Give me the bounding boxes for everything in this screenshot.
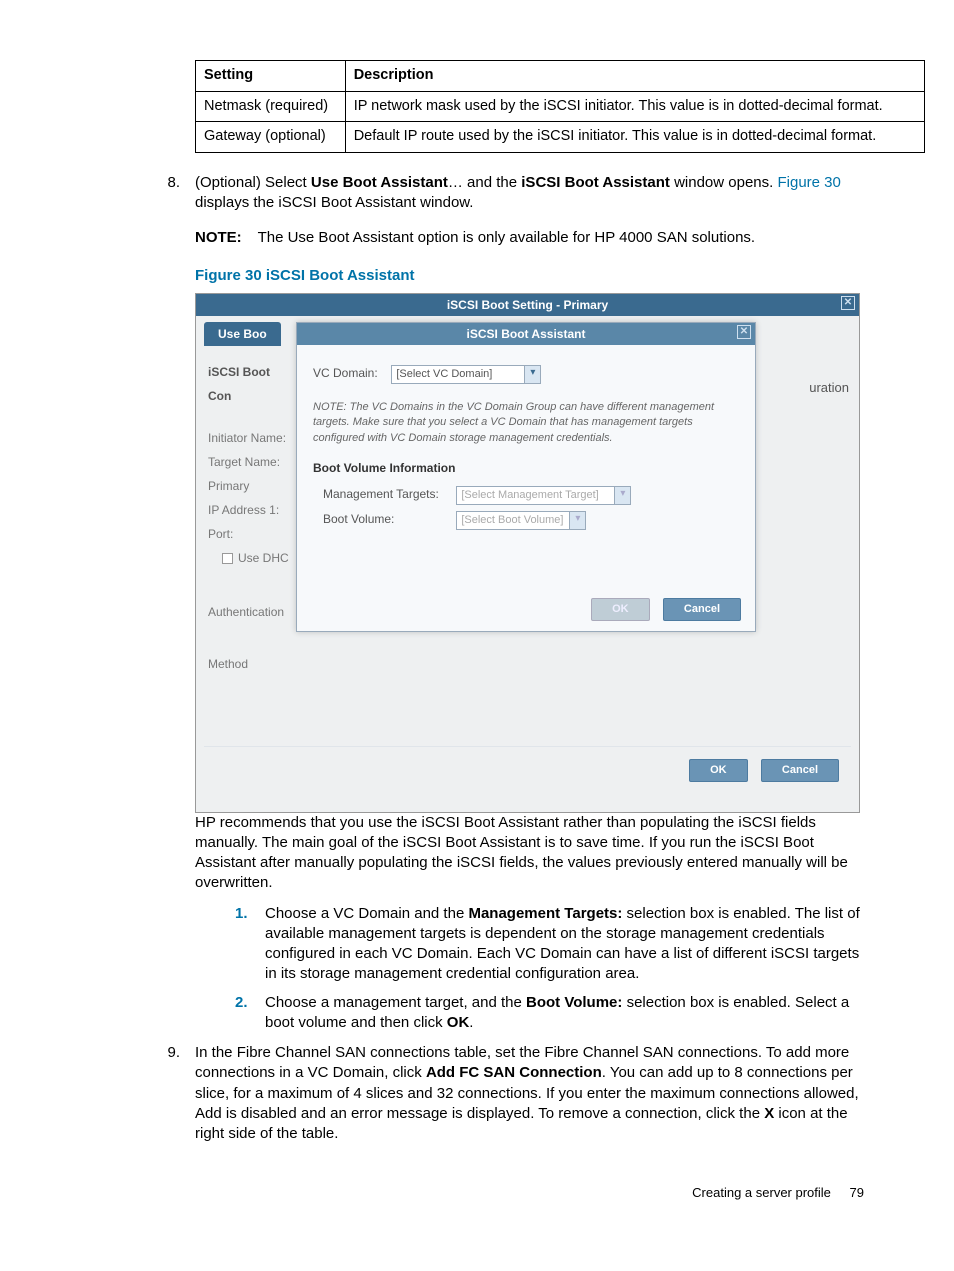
close-icon[interactable]: ✕ bbox=[841, 296, 855, 310]
inner-titlebar: iSCSI Boot Assistant ✕ bbox=[297, 323, 755, 345]
substep-2: 2. Choose a management target, and the B… bbox=[235, 993, 864, 1034]
management-targets-label: Management Targets: bbox=[323, 486, 453, 502]
outer-titlebar: iSCSI Boot Setting - Primary ✕ bbox=[196, 294, 859, 316]
chevron-down-icon: ▾ bbox=[569, 512, 585, 529]
note-text: The Use Boot Assistant option is only av… bbox=[258, 229, 756, 246]
section-header: iSCSI Boot Con bbox=[208, 360, 296, 408]
col-setting: Setting bbox=[196, 61, 346, 92]
outer-ok-button[interactable]: OK bbox=[689, 759, 748, 782]
boot-volume-info-header: Boot Volume Information bbox=[313, 460, 739, 476]
label-initiator: Initiator Name: bbox=[208, 426, 296, 450]
management-targets-select[interactable]: [Select Management Target]▾ bbox=[456, 486, 631, 505]
tab-use-boot[interactable]: Use Boo bbox=[204, 322, 281, 346]
step-number: 8. bbox=[150, 173, 195, 214]
label-primary: Primary bbox=[208, 474, 296, 498]
boot-volume-label: Boot Volume: bbox=[323, 511, 453, 527]
substep-1: 1. Choose a VC Domain and the Management… bbox=[235, 904, 864, 985]
settings-table: Setting Description Netmask (required) I… bbox=[195, 60, 925, 153]
outer-cancel-button[interactable]: Cancel bbox=[761, 759, 839, 782]
note-label: NOTE: bbox=[195, 229, 242, 246]
close-icon[interactable]: ✕ bbox=[737, 325, 751, 339]
page-number: 79 bbox=[850, 1185, 864, 1200]
step-body: (Optional) Select Use Boot Assistant… an… bbox=[195, 173, 894, 214]
step-9: 9. In the Fibre Channel SAN connections … bbox=[60, 1043, 894, 1144]
col-description: Description bbox=[345, 61, 924, 92]
label-ip: IP Address 1: bbox=[208, 498, 296, 522]
label-port: Port: bbox=[208, 522, 296, 546]
step-body: In the Fibre Channel SAN connections tab… bbox=[195, 1043, 894, 1144]
iscsi-boot-assistant-dialog: iSCSI Boot Assistant ✕ VC Domain: [Selec… bbox=[296, 322, 756, 632]
boot-volume-select[interactable]: [Select Boot Volume]▾ bbox=[456, 511, 586, 530]
label-method: Method bbox=[208, 652, 296, 676]
page-footer: Creating a server profile 79 bbox=[60, 1184, 894, 1202]
step-number: 9. bbox=[150, 1043, 195, 1144]
vc-domain-label: VC Domain: bbox=[313, 365, 388, 381]
figure-caption: Figure 30 iSCSI Boot Assistant bbox=[195, 266, 894, 286]
chevron-down-icon: ▾ bbox=[524, 366, 540, 383]
inner-cancel-button[interactable]: Cancel bbox=[663, 598, 741, 621]
inner-ok-button[interactable]: OK bbox=[591, 598, 650, 621]
label-target: Target Name: bbox=[208, 450, 296, 474]
figure-30-link[interactable]: Figure 30 bbox=[777, 174, 840, 191]
recommendation-text: HP recommends that you use the iSCSI Boo… bbox=[195, 813, 894, 894]
label-authentication: Authentication bbox=[208, 600, 296, 624]
use-dhcp-checkbox[interactable] bbox=[222, 553, 233, 564]
note: NOTE: The Use Boot Assistant option is o… bbox=[195, 228, 894, 248]
vc-domain-select[interactable]: [Select VC Domain]▾ bbox=[391, 365, 541, 384]
inner-note: NOTE: The VC Domains in the VC Domain Gr… bbox=[313, 400, 739, 446]
table-row: Netmask (required) IP network mask used … bbox=[196, 91, 925, 122]
text-fragment: uration bbox=[809, 379, 849, 397]
iscsi-boot-screenshot: iSCSI Boot Setting - Primary ✕ Use Boo u… bbox=[195, 293, 860, 813]
step-8: 8. (Optional) Select Use Boot Assistant…… bbox=[60, 173, 894, 214]
table-row: Gateway (optional) Default IP route used… bbox=[196, 122, 925, 153]
chevron-down-icon: ▾ bbox=[614, 487, 630, 504]
